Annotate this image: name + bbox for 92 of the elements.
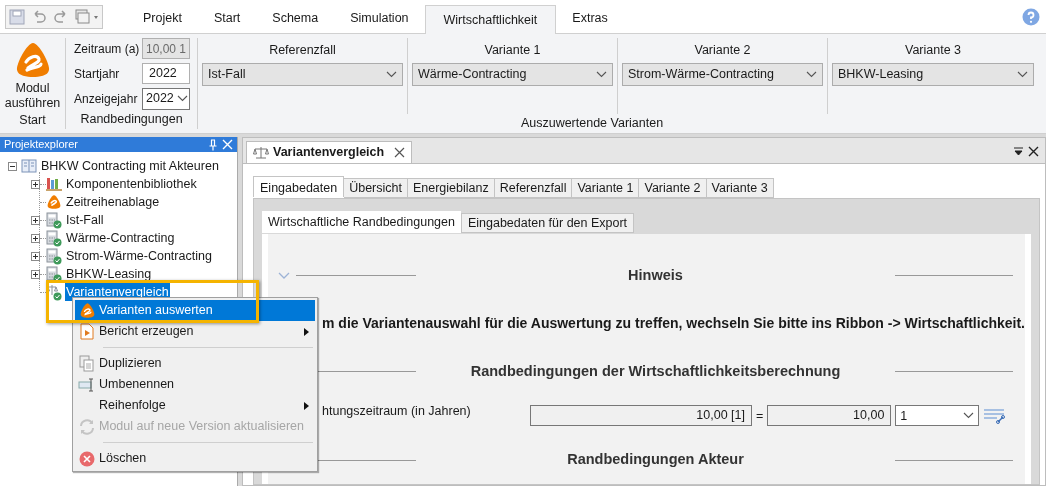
copy-icon xyxy=(79,355,95,372)
dropdown-field[interactable]: 2022 xyxy=(142,87,190,110)
dropdown-field[interactable]: Strom-Wärme-Contracting xyxy=(622,63,823,86)
collapse-icon[interactable] xyxy=(8,161,17,171)
document-tab[interactable]: Variantenvergleich xyxy=(246,141,413,163)
field-label: Startjahr xyxy=(74,65,121,83)
books-icon xyxy=(46,176,62,192)
group-title: Variante 3 xyxy=(904,42,962,59)
ribbon-tab[interactable]: Wirtschaftlichkeit xyxy=(424,5,557,34)
group-label: Start xyxy=(19,112,46,129)
chevron-down-icon xyxy=(176,95,188,102)
tree-item[interactable]: Wärme-Contracting xyxy=(65,228,176,248)
group-label: Randbedingungen xyxy=(80,111,184,129)
tab[interactable]: Variante 2 xyxy=(639,178,707,198)
chevron-down-icon xyxy=(596,71,607,78)
section-heading: Randbedingungen der Wirtschaftlichkeitsberechnung xyxy=(469,361,842,381)
group-title: Referenzfall xyxy=(269,42,336,59)
list-link-icon[interactable] xyxy=(983,407,1006,424)
calculator-icon xyxy=(46,247,62,265)
submenu-arrow-icon xyxy=(304,401,309,410)
expand-icon[interactable] xyxy=(31,179,40,189)
hint-text: m die Variantenauswahl für die Auswertung zu treffen, wechseln Sie bitte ins Ribbon -> Wirtschaftlichkeit. xyxy=(322,314,1025,334)
dropdown-field[interactable]: 1 xyxy=(895,405,980,427)
menu-item[interactable]: Reihenfolge xyxy=(75,395,315,416)
equals-sign: = xyxy=(756,407,764,425)
tab[interactable]: Wirtschaftliche Randbedingungen xyxy=(262,211,461,233)
menu-item[interactable]: Bericht erzeugen xyxy=(75,321,315,342)
dropdown-field[interactable]: Ist-Fall xyxy=(202,63,403,86)
book-icon xyxy=(21,159,37,173)
menu-item[interactable]: Löschen xyxy=(75,448,315,469)
chevron-down-icon xyxy=(806,71,817,78)
menu-item[interactable]: Varianten auswerten xyxy=(75,300,315,321)
section-heading: Hinweis xyxy=(627,266,684,286)
scales-icon xyxy=(253,145,269,160)
chevron-down-icon xyxy=(386,71,397,78)
rename-icon xyxy=(78,377,96,392)
input-field[interactable]: 10,00 1 xyxy=(142,38,190,59)
delete-icon xyxy=(79,450,95,467)
pin-icon[interactable] xyxy=(208,138,218,151)
tree-item[interactable]: Ist-Fall xyxy=(65,210,105,230)
field-label: htungszeitraum (in Jahren) xyxy=(322,402,472,420)
expand-icon[interactable] xyxy=(31,269,40,279)
ribbon-tab[interactable]: Simulation xyxy=(334,4,425,33)
tree-item[interactable]: BHKW Contracting mit Akteuren xyxy=(41,156,219,176)
menu-item[interactable]: Duplizieren xyxy=(75,353,315,374)
ribbon-tab[interactable]: Start xyxy=(197,4,257,33)
run-module-button[interactable]: Modul ausführen xyxy=(0,38,65,111)
tab[interactable]: Eingabedaten für den Export xyxy=(460,213,635,233)
section-heading: Randbedingungen Akteur xyxy=(566,450,745,470)
calculator-icon xyxy=(46,211,62,229)
ribbon-tab[interactable]: Extras xyxy=(556,4,624,33)
tab[interactable]: Eingabedaten xyxy=(253,176,345,197)
expand-icon[interactable] xyxy=(31,215,40,225)
report-icon xyxy=(79,323,95,340)
logo-icon xyxy=(46,194,62,210)
tree-item[interactable]: Strom-Wärme-Contracting xyxy=(65,246,213,266)
input-field[interactable]: 2022 xyxy=(142,63,190,84)
calculator-icon xyxy=(46,229,62,247)
tab-title: Variantenvergleich xyxy=(273,144,385,162)
tree-item[interactable]: BHKW-Leasing xyxy=(65,264,153,284)
chevron-down-icon xyxy=(963,412,975,420)
tab[interactable]: Referenzfall xyxy=(494,178,573,198)
group-title: Variante 2 xyxy=(694,42,751,59)
field-label: Zeitraum (a) xyxy=(74,40,141,58)
calculator-icon xyxy=(46,265,62,283)
tab[interactable]: Variante 1 xyxy=(572,178,640,198)
panel-title: Projektexplorer xyxy=(4,137,79,153)
dropdown-field[interactable]: Wärme-Contracting xyxy=(412,63,613,86)
tab[interactable]: Übersicht xyxy=(344,178,408,198)
group-title: Variante 1 xyxy=(484,42,541,59)
tree-item[interactable]: Komponentenbibliothek xyxy=(65,174,198,194)
tab[interactable]: Energiebilanz xyxy=(407,178,495,198)
menu-item[interactable]: Umbenennen xyxy=(75,374,315,395)
tab[interactable]: Variante 3 xyxy=(706,178,774,198)
expand-icon[interactable] xyxy=(31,251,40,261)
dropdown-field[interactable]: BHKW-Leasing xyxy=(832,63,1034,86)
submenu-arrow-icon xyxy=(304,327,309,336)
close-icon[interactable] xyxy=(394,147,406,158)
ribbon-tab[interactable]: Projekt xyxy=(127,4,198,33)
refresh-icon xyxy=(79,418,95,435)
field-label: Anzeigejahr xyxy=(74,90,139,108)
tree-item[interactable]: Zeitreihenablage xyxy=(65,192,161,212)
logo-icon xyxy=(78,302,96,319)
dropdown-icon[interactable] xyxy=(1014,147,1023,156)
group-label: Auszuwertende Varianten xyxy=(520,115,664,132)
chevron-down-icon xyxy=(1017,71,1028,78)
result-field: 10,00 xyxy=(767,405,892,427)
menu-item: Modul auf neue Version aktualisieren xyxy=(75,416,315,437)
close-icon[interactable] xyxy=(1028,146,1039,157)
expand-icon[interactable] xyxy=(31,233,40,243)
ribbon-tab[interactable]: Schema xyxy=(256,4,335,33)
formula-field[interactable]: 10,00 [1] xyxy=(530,405,752,427)
